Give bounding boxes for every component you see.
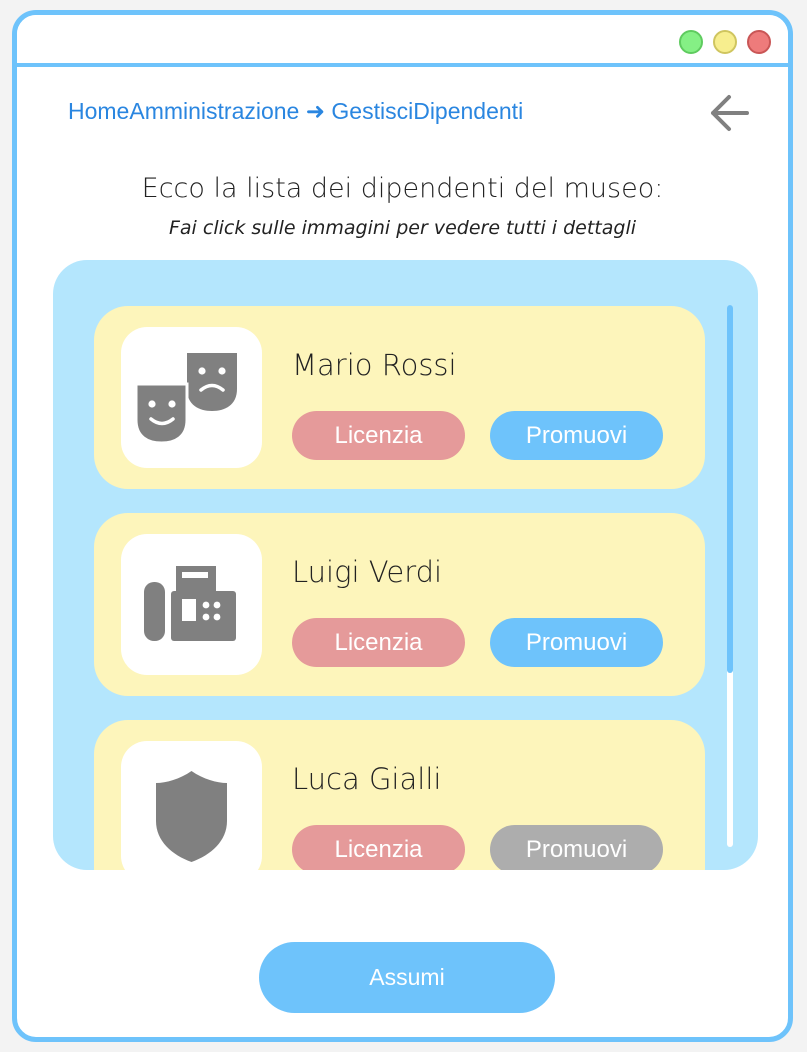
maximize-button[interactable] [679,30,703,54]
theater-masks-icon [134,353,237,445]
page-subtitle: Fai click sulle immagini per vedere tutt… [168,217,636,239]
employee-image[interactable] [121,327,262,468]
employee-card: Luca Gialli Licenzia Promuovi [94,720,705,870]
scrollbar-thumb[interactable] [727,305,733,673]
close-button[interactable] [747,30,771,54]
scrollbar[interactable] [727,305,733,847]
page-title: Ecco la lista dei dipendenti del museo: [141,173,664,204]
minimize-button[interactable] [713,30,737,54]
employee-card: Luigi Verdi Licenzia Promuovi [94,513,705,696]
fire-button[interactable]: Licenzia [292,825,465,870]
employee-list[interactable]: Mario Rossi Licenzia Promuovi Luigi Verd… [53,260,758,870]
breadcrumb-current[interactable]: GestisciDipendenti [331,98,523,124]
fire-button[interactable]: Licenzia [292,618,465,667]
employee-name: Luca Gialli [292,762,442,796]
promote-button[interactable]: Promuovi [490,618,663,667]
employee-name: Luigi Verdi [292,555,443,589]
hire-button[interactable]: Assumi [259,942,555,1013]
breadcrumb-separator-icon: ➜ [305,98,326,124]
employee-name: Mario Rossi [292,348,457,382]
promote-button[interactable]: Promuovi [490,411,663,460]
title-bar [17,15,788,67]
fax-machine-icon [144,566,236,641]
shield-icon [156,771,227,862]
promote-button: Promuovi [490,825,663,870]
breadcrumb-home-link[interactable]: HomeAmministrazione [68,98,299,124]
fire-button[interactable]: Licenzia [292,411,465,460]
employee-image[interactable] [121,534,262,675]
employee-card: Mario Rossi Licenzia Promuovi [94,306,705,489]
employee-image[interactable] [121,741,262,870]
arrow-left-icon[interactable] [707,91,751,135]
app-window: HomeAmministrazione ➜ GestisciDipendenti… [12,10,793,1042]
breadcrumb: HomeAmministrazione ➜ GestisciDipendenti [68,98,523,125]
